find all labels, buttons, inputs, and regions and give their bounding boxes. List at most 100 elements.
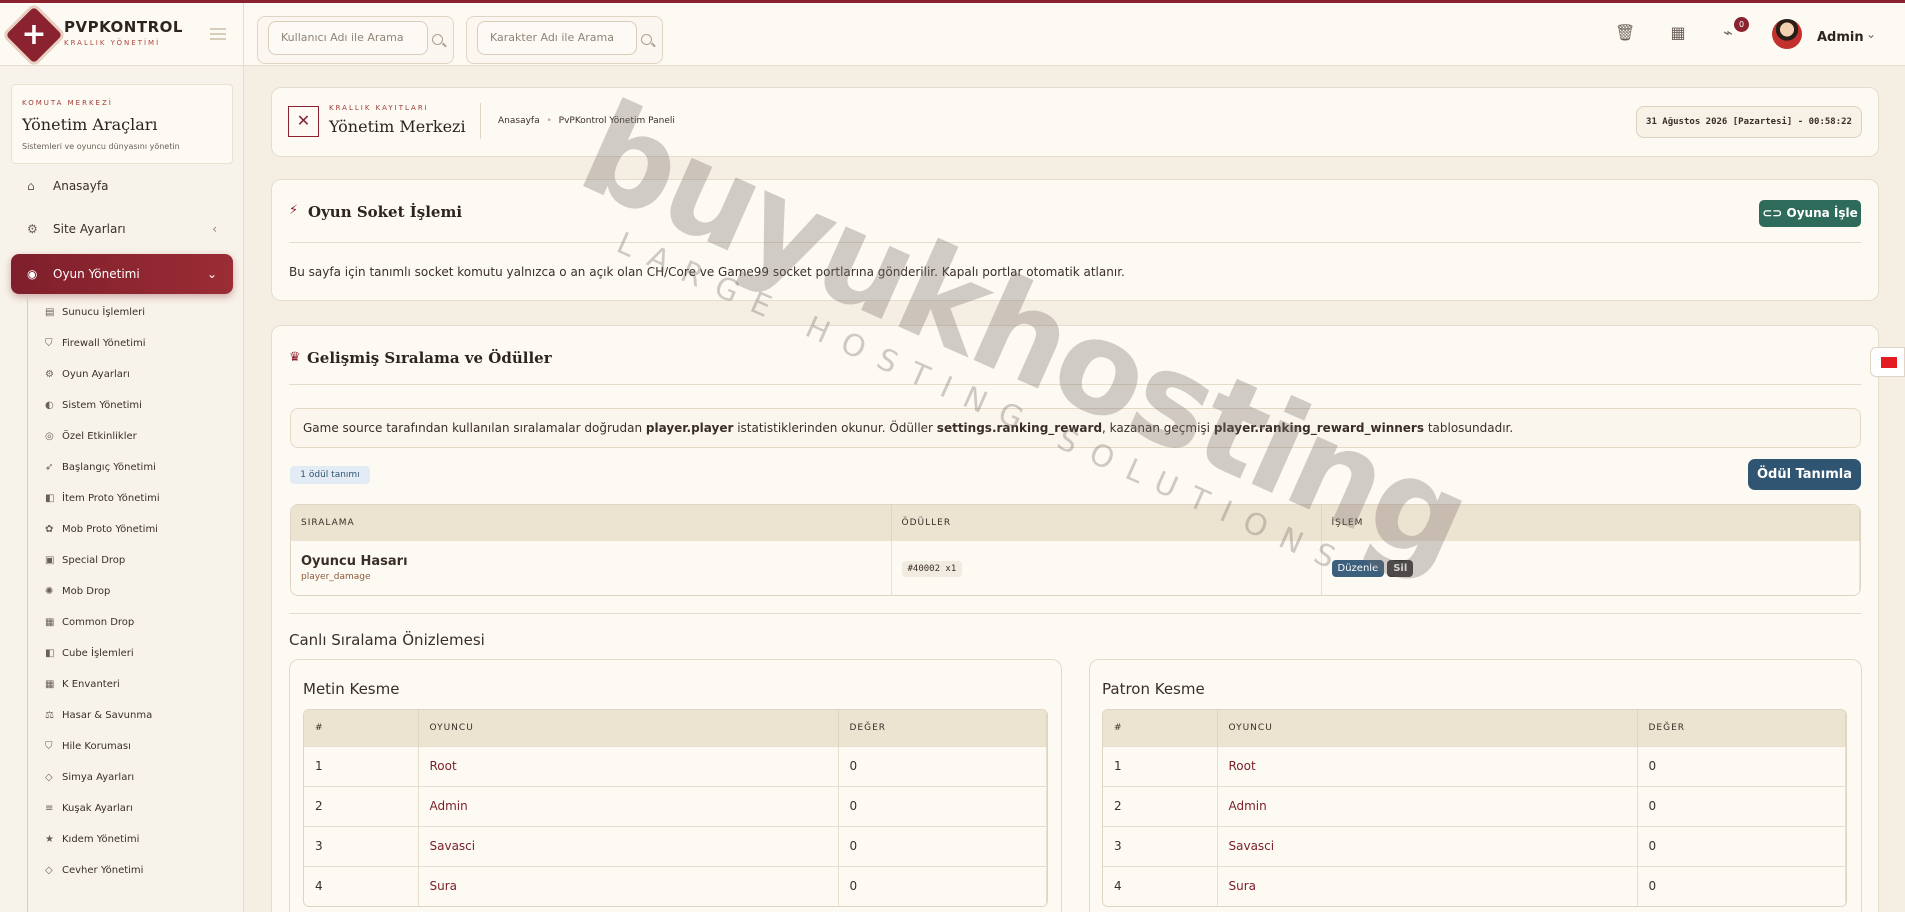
ranking-info: Game source tarafından kullanılan sırala… xyxy=(290,408,1861,448)
submenu-item[interactable]: ◧ Cube İşlemleri xyxy=(45,642,134,666)
avatar[interactable] xyxy=(1772,19,1802,49)
submenu-item[interactable]: ▤ Sunucu İşlemleri xyxy=(45,301,145,325)
submenu-label: Hile Koruması xyxy=(62,741,131,752)
chevron-down-icon[interactable]: ⌄ xyxy=(1866,27,1876,41)
player-link[interactable]: Admin xyxy=(1217,785,1638,826)
character-search-input[interactable]: Karakter Adı ile Arama xyxy=(477,21,637,55)
cogs-icon: ⚙ xyxy=(45,369,54,380)
submenu-label: K Envanteri xyxy=(62,679,120,690)
ranking-key: player_damage xyxy=(301,572,371,582)
command-subtitle: Sistemleri ve oyuncu dünyasını yönetin xyxy=(22,142,180,151)
calendar-icon[interactable]: ▦ xyxy=(1668,23,1688,43)
preview-title: Canlı Sıralama Önizlemesi xyxy=(289,631,485,649)
sidebar-item-site-settings[interactable]: ⚙ Site Ayarları ‹ xyxy=(11,209,233,249)
user-search-box: Kullanıcı Adı ile Arama xyxy=(257,16,454,64)
admin-name[interactable]: Admin xyxy=(1817,30,1864,45)
sliders-icon: ≡ xyxy=(45,803,54,814)
column-header: SIRALAMA xyxy=(291,505,892,541)
menu-toggle-icon[interactable] xyxy=(210,28,226,40)
plug-icon: ⚡ xyxy=(289,203,299,218)
submenu-item[interactable]: ▣ Special Drop xyxy=(45,549,125,573)
submenu-item[interactable]: ✺ Mob Drop xyxy=(45,580,110,604)
breadcrumb-home[interactable]: Anasayfa xyxy=(498,116,540,126)
shield-icon: ⛉ xyxy=(45,338,53,349)
close-icon[interactable]: ✕ xyxy=(288,106,319,137)
chevron-down-icon: ⌄ xyxy=(206,267,217,281)
submenu-label: Mob Proto Yönetimi xyxy=(62,524,158,535)
user-search-input[interactable]: Kullanıcı Adı ile Arama xyxy=(268,21,428,55)
value-cell: 0 xyxy=(838,865,1047,906)
define-reward-button[interactable]: Ödül Tanımla xyxy=(1748,459,1861,490)
submenu-label: Kuşak Ayarları xyxy=(62,803,133,814)
search-icon[interactable] xyxy=(641,34,652,45)
player-link[interactable]: Root xyxy=(1217,745,1638,786)
socket-title: Oyun Soket İşlemi xyxy=(308,203,463,221)
page-kicker: KRALLIK KAYITLARI xyxy=(329,104,429,112)
player-link[interactable]: Sura xyxy=(1217,865,1638,906)
submenu-item[interactable]: ✿ Mob Proto Yönetimi xyxy=(45,518,158,542)
rank-cell: 3 xyxy=(304,825,419,866)
submenu-item[interactable]: ▦ Common Drop xyxy=(45,611,134,635)
edit-button[interactable]: Düzenle xyxy=(1331,559,1385,577)
cube-icon: ◧ xyxy=(45,648,55,659)
info-text: istatistiklerinden okunur. Ödüller xyxy=(733,421,937,435)
submenu-item[interactable]: ▦ K Envanteri xyxy=(45,673,120,697)
player-link[interactable]: Savasci xyxy=(1217,825,1638,866)
submenu-item[interactable]: ◇ Simya Ayarları xyxy=(45,766,134,790)
submenu-item[interactable]: ◎ Özel Etkinlikler xyxy=(45,425,137,449)
submenu-item[interactable]: ➶ Başlangıç Yönetimi xyxy=(45,456,156,480)
preview-card-title: Metin Kesme xyxy=(303,680,400,698)
submenu-item[interactable]: ◧ İtem Proto Yönetimi xyxy=(45,487,160,511)
sidebar-item-label: Oyun Yönetimi xyxy=(53,267,140,281)
grid-icon: ▦ xyxy=(45,617,55,628)
player-link[interactable]: Savasci xyxy=(418,825,839,866)
language-flag-icon[interactable] xyxy=(1870,347,1905,377)
trash-icon[interactable]: 🗑 xyxy=(1615,23,1635,43)
grid-icon: ▦ xyxy=(45,679,55,690)
submenu-item[interactable]: ◇ Cevher Yönetimi xyxy=(45,859,143,883)
table-row: Oyuncu Hasarı player_damage #40002 x1 Dü… xyxy=(291,541,1860,595)
value-cell: 0 xyxy=(838,785,1047,826)
player-link[interactable]: Root xyxy=(418,745,839,786)
ranking-name: Oyuncu Hasarı xyxy=(301,554,408,569)
submenu-item[interactable]: ◐ Sistem Yönetimi xyxy=(45,394,142,418)
submenu-item[interactable]: ⚖ Hasar & Savunma xyxy=(45,704,152,728)
column-header: # xyxy=(1103,710,1218,746)
info-text: , kazanan geçmişi xyxy=(1102,421,1214,435)
submenu-label: Sistem Yönetimi xyxy=(62,400,142,411)
column-header: DEĞER xyxy=(1637,710,1846,746)
home-icon: ⌂ xyxy=(27,179,35,193)
brand-tagline: KRALLIK YÖNETİMİ xyxy=(64,39,161,47)
submenu-label: Özel Etkinlikler xyxy=(62,431,137,442)
divider xyxy=(289,242,1861,243)
submenu-item[interactable]: ⛉ Firewall Yönetimi xyxy=(45,332,146,356)
submenu-label: Başlangıç Yönetimi xyxy=(62,462,156,473)
search-icon[interactable] xyxy=(432,34,443,45)
sidebar-item-home[interactable]: ⌂ Anasayfa xyxy=(11,166,233,206)
character-search-box: Karakter Adı ile Arama xyxy=(466,16,663,64)
sidebar-item-game-management[interactable]: ◉ Oyun Yönetimi ⌄ xyxy=(11,254,233,294)
apply-to-game-button[interactable]: ⊂⊃ Oyuna İşle xyxy=(1759,200,1861,227)
reward-cell: #40002 x1 xyxy=(891,541,1322,595)
notification-badge: 0 xyxy=(1734,17,1749,32)
star-icon: ★ xyxy=(45,834,54,845)
column-header: ÖDÜLLER xyxy=(891,505,1322,541)
submenu-item[interactable]: ⛉ Hile Koruması xyxy=(45,735,131,759)
divider xyxy=(289,613,1861,614)
delete-button[interactable]: Sil xyxy=(1387,559,1414,577)
submenu-item[interactable]: ≡ Kuşak Ayarları xyxy=(45,797,133,821)
rank-cell: 2 xyxy=(304,785,419,826)
info-text: Game source tarafından kullanılan sırala… xyxy=(303,421,646,435)
column-header: # xyxy=(304,710,419,746)
submenu-label: Cube İşlemleri xyxy=(62,648,134,659)
value-cell: 0 xyxy=(838,825,1047,866)
submenu-label: Oyun Ayarları xyxy=(62,369,130,380)
table-row: 1 Root 0 xyxy=(1103,745,1846,786)
value-cell: 0 xyxy=(1637,865,1846,906)
submenu-item[interactable]: ⚙ Oyun Ayarları xyxy=(45,363,130,387)
player-link[interactable]: Sura xyxy=(418,865,839,906)
submenu-item[interactable]: ★ Kıdem Yönetimi xyxy=(45,828,139,852)
player-link[interactable]: Admin xyxy=(418,785,839,826)
rocket-icon: ➶ xyxy=(45,462,54,473)
logo-area: + PVPKONTROL KRALLIK YÖNETİMİ xyxy=(0,3,244,66)
